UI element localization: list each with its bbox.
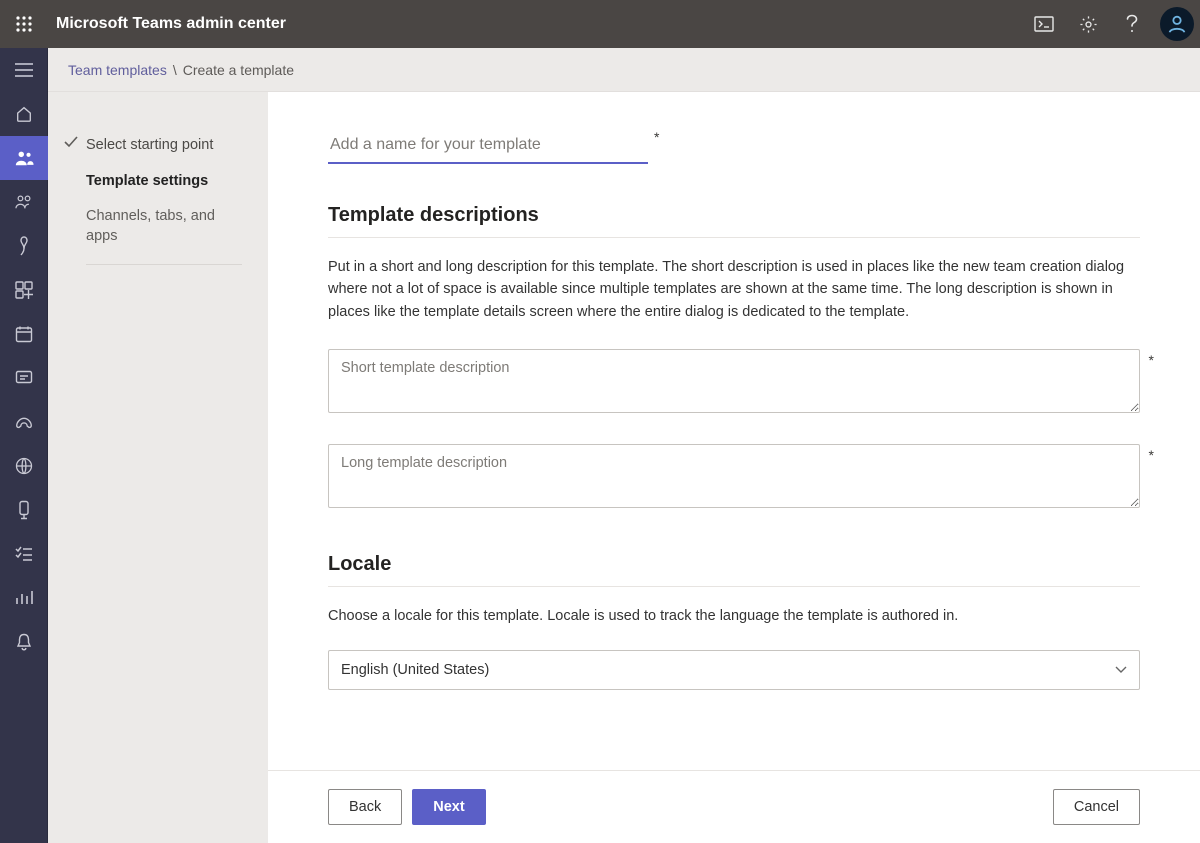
shell-promo-icon bbox=[1034, 16, 1054, 32]
shell-promo-button[interactable] bbox=[1022, 0, 1066, 48]
step-channels-tabs-apps[interactable]: · Channels, tabs, and apps bbox=[60, 199, 248, 254]
rail-item-devices[interactable] bbox=[0, 224, 48, 268]
settings-button[interactable] bbox=[1066, 0, 1110, 48]
step-template-settings[interactable]: · Template settings bbox=[60, 164, 248, 200]
bell-icon bbox=[16, 633, 32, 651]
rail-item-messaging[interactable] bbox=[0, 356, 48, 400]
content-pane: * Template descriptions Put in a short a… bbox=[268, 92, 1200, 843]
apps-icon bbox=[15, 281, 33, 299]
descriptions-help-text: Put in a short and long description for … bbox=[328, 256, 1140, 323]
users-icon bbox=[14, 194, 34, 210]
rail-item-policy[interactable] bbox=[0, 488, 48, 532]
chevron-down-icon bbox=[1115, 666, 1127, 674]
descriptions-heading: Template descriptions bbox=[328, 204, 1140, 227]
account-avatar[interactable] bbox=[1160, 7, 1194, 41]
locale-select[interactable]: English (United States) bbox=[328, 650, 1140, 690]
rail-item-voice[interactable] bbox=[0, 400, 48, 444]
locale-heading: Locale bbox=[328, 553, 1140, 576]
breadcrumb-current: Create a template bbox=[183, 62, 294, 78]
cancel-button[interactable]: Cancel bbox=[1053, 789, 1140, 825]
policy-icon bbox=[17, 500, 31, 520]
rail-item-teams[interactable] bbox=[0, 136, 48, 180]
back-button[interactable]: Back bbox=[328, 789, 402, 825]
teams-icon bbox=[14, 149, 34, 167]
rail-item-apps[interactable] bbox=[0, 268, 48, 312]
checklist-icon bbox=[15, 546, 33, 562]
globe-icon bbox=[15, 457, 33, 475]
waffle-icon bbox=[16, 16, 32, 32]
question-icon bbox=[1126, 14, 1138, 34]
step-label: Template settings bbox=[86, 172, 208, 192]
breadcrumb-separator: \ bbox=[173, 62, 177, 78]
app-title: Microsoft Teams admin center bbox=[56, 15, 286, 33]
short-description-input[interactable] bbox=[328, 349, 1140, 413]
section-divider bbox=[328, 237, 1140, 238]
locale-selected-value: English (United States) bbox=[341, 662, 489, 678]
required-indicator: * bbox=[654, 130, 659, 144]
steps-divider bbox=[86, 264, 242, 265]
rail-item-planning[interactable] bbox=[0, 532, 48, 576]
left-nav-rail bbox=[0, 48, 48, 843]
top-bar: Microsoft Teams admin center bbox=[0, 0, 1200, 48]
app-launcher-button[interactable] bbox=[0, 0, 48, 48]
long-description-input[interactable] bbox=[328, 444, 1140, 508]
rail-item-users[interactable] bbox=[0, 180, 48, 224]
step-select-starting-point[interactable]: Select starting point bbox=[60, 128, 248, 164]
rail-item-analytics[interactable] bbox=[0, 576, 48, 620]
locale-help-text: Choose a locale for this template. Local… bbox=[328, 605, 1140, 627]
rail-item-notifications[interactable] bbox=[0, 620, 48, 664]
rail-item-dashboard[interactable] bbox=[0, 92, 48, 136]
required-indicator: * bbox=[1149, 353, 1154, 367]
devices-icon bbox=[16, 236, 32, 256]
template-name-input[interactable] bbox=[328, 130, 648, 164]
rail-item-meetings[interactable] bbox=[0, 312, 48, 356]
rail-toggle[interactable] bbox=[0, 48, 48, 92]
required-indicator: * bbox=[1149, 448, 1154, 462]
hamburger-icon bbox=[15, 63, 33, 77]
check-icon bbox=[64, 136, 86, 156]
calendar-icon bbox=[15, 325, 33, 343]
section-divider bbox=[328, 586, 1140, 587]
analytics-icon bbox=[15, 590, 33, 606]
wizard-footer: Back Next Cancel bbox=[268, 770, 1200, 843]
next-button[interactable]: Next bbox=[412, 789, 485, 825]
help-button[interactable] bbox=[1110, 0, 1154, 48]
home-icon bbox=[15, 105, 33, 123]
gear-icon bbox=[1079, 15, 1098, 34]
chat-icon bbox=[15, 369, 33, 387]
step-label: Select starting point bbox=[86, 136, 213, 156]
phone-icon bbox=[14, 414, 34, 430]
breadcrumb: Team templates \ Create a template bbox=[48, 48, 1200, 92]
avatar-icon bbox=[1166, 13, 1188, 35]
wizard-steps: Select starting point · Template setting… bbox=[48, 92, 268, 843]
step-label: Channels, tabs, and apps bbox=[86, 207, 244, 246]
breadcrumb-parent-link[interactable]: Team templates bbox=[68, 62, 167, 78]
rail-item-locations[interactable] bbox=[0, 444, 48, 488]
